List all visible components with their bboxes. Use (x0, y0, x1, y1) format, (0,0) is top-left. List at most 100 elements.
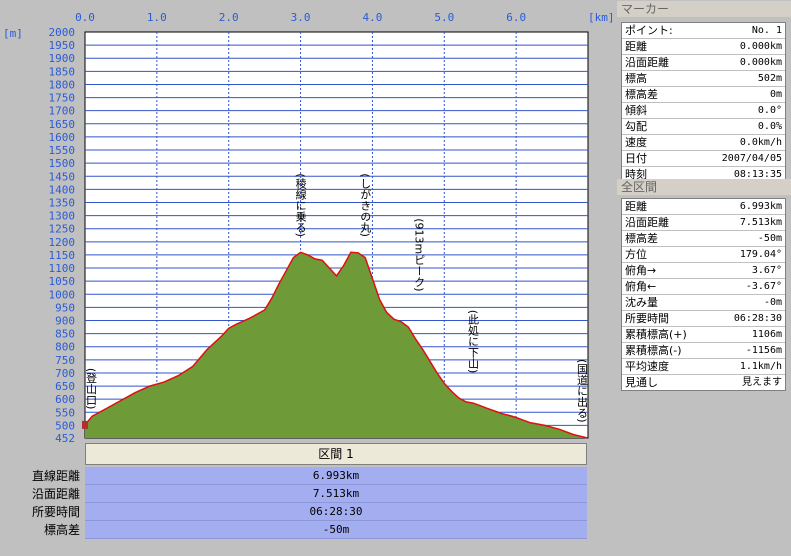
panel-row-label: 傾斜 (625, 104, 647, 117)
panel-row: 日付 2007/04/05 (622, 151, 785, 167)
panel-row: 見通し 見えます (622, 375, 785, 390)
marker-panel-title: マーカー (617, 1, 791, 17)
section-row-surface-distance: 沿面距離 7.513km (0, 485, 588, 503)
y-tick-label: 1550 (49, 144, 76, 157)
y-tick-label: 1600 (49, 131, 76, 144)
section-row-duration: 所要時間 06:28:30 (0, 503, 588, 521)
y-tick-label: 1400 (49, 183, 76, 196)
panel-row: ポイント: No. 1 (622, 23, 785, 39)
panel-row: 速度 0.0km/h (622, 135, 785, 151)
y-tick-label: 500 (55, 419, 75, 432)
y-tick-label: 1350 (49, 196, 76, 209)
panel-row-label: 累積標高(+) (625, 328, 687, 341)
panel-row-value: 0.000km (739, 57, 782, 68)
section-label: 沿面距離 (31, 487, 80, 501)
y-tick-label: 1300 (49, 210, 76, 223)
panel-row: 標高 502m (622, 71, 785, 87)
panel-row: 累積標高(+) 1106m (622, 327, 785, 343)
panel-row: 平均速度 1.1km/h (622, 359, 785, 375)
panel-row-value: 1106m (751, 329, 782, 340)
point-marker[interactable] (82, 420, 88, 429)
total-panel-title: 全区間 (617, 179, 791, 195)
y-tick-label: 1000 (49, 288, 76, 301)
y-tick-label: 650 (55, 380, 75, 393)
y-tick-label: 1050 (49, 275, 76, 288)
panel-row-label: 所要時間 (625, 312, 669, 325)
panel-row-value: No. 1 (751, 25, 782, 36)
section-value: 06:28:30 (85, 503, 587, 521)
waypoint-annotation: (登山口) (85, 368, 98, 410)
y-tick-label: 1500 (49, 157, 76, 170)
panel-row-label: 距離 (625, 40, 647, 53)
panel-row-label: 標高 (625, 72, 647, 85)
section-header[interactable]: 区間 1 (85, 443, 587, 465)
panel-row-label: 沈み量 (625, 296, 658, 309)
section-label: 所要時間 (31, 505, 80, 519)
y-tick-label: 1850 (49, 65, 76, 78)
panel-row: 沿面距離 7.513km (622, 215, 785, 231)
waypoint-annotation: (国道に出る) (576, 359, 589, 423)
y-tick-label: 1200 (49, 236, 76, 249)
panel-row: 傾斜 0.0° (622, 103, 785, 119)
y-tick-label: 550 (55, 406, 75, 419)
section-stats: 直線距離 6.993km 沿面距離 7.513km 所要時間 06:28:30 … (0, 467, 588, 539)
panel-row-label: 速度 (625, 136, 647, 149)
section-value: -50m (85, 521, 587, 539)
panel-row-value: 7.513km (739, 217, 782, 228)
x-tick-label: 1.0 (147, 11, 167, 24)
panel-row-label: 見通し (625, 376, 658, 389)
panel-row-value: 0.0% (757, 121, 782, 132)
panel-row-label: 標高差 (625, 232, 658, 245)
panel-row-label: 標高差 (625, 88, 658, 101)
waypoint-annotation: (しがきの丸) (359, 173, 372, 237)
x-tick-label: 0.0 (75, 11, 95, 24)
panel-row: 方位 179.04° (622, 247, 785, 263)
panel-row: 距離 0.000km (622, 39, 785, 55)
panel-row-value: 0m (769, 89, 782, 100)
x-tick-label: 6.0 (506, 11, 526, 24)
panel-row-label: 俯角→ (625, 264, 657, 277)
panel-row-value: -1156m (745, 345, 782, 356)
panel-row-value: 2007/04/05 (721, 153, 782, 164)
panel-row-value: 3.67° (751, 265, 782, 276)
panel-row: 俯角→ 3.67° (622, 263, 785, 279)
section-value: 6.993km (85, 467, 587, 485)
panel-row: 勾配 0.0% (622, 119, 785, 135)
panel-row: 俯角← -3.67° (622, 279, 785, 295)
panel-row: 沈み量 -0m (622, 295, 785, 311)
x-tick-label: 2.0 (219, 11, 239, 24)
panel-row-value: 502m (757, 73, 782, 84)
y-tick-label: 600 (55, 393, 75, 406)
panel-row-label: 沿面距離 (625, 216, 669, 229)
panel-row-value: 1.1km/h (739, 361, 782, 372)
panel-row-value: -50m (757, 233, 782, 244)
y-tick-label: 1700 (49, 105, 76, 118)
y-tick-label: 452 (55, 432, 75, 445)
y-tick-label: 1900 (49, 52, 76, 65)
panel-row: 所要時間 06:28:30 (622, 311, 785, 327)
y-tick-label: 950 (55, 301, 75, 314)
y-tick-label: 1100 (49, 262, 76, 275)
total-panel: 距離 6.993km 沿面距離 7.513km 標高差 -50m 方位 179.04° 俯角→ 3… (621, 198, 786, 391)
x-tick-label: 5.0 (434, 11, 454, 24)
panel-row-value: 179.04° (739, 249, 782, 260)
waypoint-annotation: (稜線に乗る) (294, 173, 307, 237)
panel-row: 累積標高(-) -1156m (622, 343, 785, 359)
panel-row-label: 平均速度 (625, 360, 669, 373)
x-tick-label: 4.0 (362, 11, 382, 24)
y-tick-label: 2000 (49, 26, 76, 39)
y-tick-label: 1650 (49, 118, 76, 131)
panel-row: 沿面距離 0.000km (622, 55, 785, 71)
y-tick-label: 900 (55, 315, 75, 328)
y-tick-label: 1750 (49, 92, 76, 105)
panel-row: 標高差 0m (622, 87, 785, 103)
panel-row-value: -3.67° (745, 281, 782, 292)
y-unit-label: [m] (3, 27, 23, 40)
section-row-straight-distance: 直線距離 6.993km (0, 467, 588, 485)
section-row-elevation-diff: 標高差 -50m (0, 521, 588, 539)
panel-row-label: ポイント: (625, 24, 673, 37)
panel-row-label: 方位 (625, 248, 647, 261)
y-tick-label: 800 (55, 341, 75, 354)
panel-row-label: 俯角← (625, 280, 657, 293)
panel-row-label: 日付 (625, 152, 647, 165)
